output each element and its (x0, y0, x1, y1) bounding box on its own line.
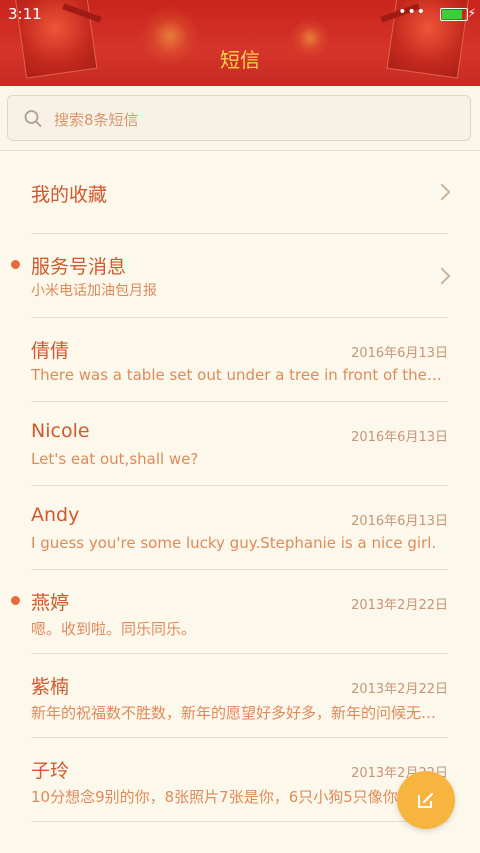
conversation-date: 2013年2月22日 (351, 598, 448, 613)
conversation-snippet: 小米电话加油包月报 (31, 283, 157, 299)
conversation-row[interactable]: 紫楠 2013年2月22日 新年的祝福数不胜数，新年的愿望好多好多，新年的问候无… (0, 654, 480, 738)
search-placeholder: 搜索8条短信 (54, 111, 139, 129)
favorites-row[interactable]: 我的收藏 (0, 150, 480, 234)
conversation-row[interactable]: 倩倩 2016年6月13日 There was a table set out … (0, 318, 480, 402)
conversation-name: 服务号消息 (31, 256, 127, 278)
conversation-row[interactable]: Andy 2016年6月13日 I guess you're some luck… (0, 486, 480, 570)
unread-dot (11, 596, 20, 605)
conversation-name: Andy (31, 504, 80, 526)
compose-icon (418, 792, 434, 808)
status-time: 3:11 (8, 5, 42, 23)
conversation-name: 紫楠 (31, 676, 70, 698)
conversation-snippet: 嗯。收到啦。同乐同乐。 (31, 620, 197, 638)
charging-icon: ⚡ (467, 6, 476, 20)
page-title: 短信 (220, 48, 260, 72)
app-header: 3:11 ••• ⚡ 短信 (0, 0, 480, 86)
chevron-right-icon (433, 183, 451, 201)
status-bar: 3:11 ••• ⚡ (0, 0, 480, 28)
conversation-snippet: I guess you're some lucky guy.Stephanie … (31, 534, 437, 552)
conversation-name: 子玲 (31, 760, 70, 782)
battery-icon (440, 8, 468, 21)
conversation-row[interactable]: 服务号消息 小米电话加油包月报 (0, 234, 480, 318)
unread-dot (11, 260, 20, 269)
divider (31, 821, 448, 822)
search-area: 搜索8条短信 (0, 86, 480, 151)
conversation-date: 2016年6月13日 (351, 346, 448, 361)
notification-dots: ••• (398, 4, 426, 20)
conversation-date: 2013年2月22日 (351, 682, 448, 697)
conversation-row[interactable]: 燕婷 2013年2月22日 嗯。收到啦。同乐同乐。 (0, 570, 480, 654)
conversation-name: 倩倩 (31, 340, 70, 362)
conversation-date: 2016年6月13日 (351, 430, 448, 445)
conversation-name: Nicole (31, 420, 90, 442)
search-icon (24, 110, 42, 127)
conversation-snippet: 10分想念9别的你，8张照片7张是你，6只小狗5只像你 (31, 788, 398, 806)
search-input[interactable]: 搜索8条短信 (7, 95, 471, 141)
conversation-snippet: 新年的祝福数不胜数，新年的愿望好多好多，新年的问候无处不在 (31, 704, 445, 722)
conversation-snippet: Let's eat out,shall we? (31, 450, 199, 468)
conversation-row[interactable]: Nicole 2016年6月13日 Let's eat out,shall we… (0, 402, 480, 486)
favorites-label: 我的收藏 (31, 184, 108, 206)
conversation-name: 燕婷 (31, 592, 70, 614)
conversation-snippet: There was a table set out under a tree i… (31, 366, 445, 384)
compose-button[interactable] (397, 771, 455, 829)
conversation-date: 2016年6月13日 (351, 514, 448, 529)
